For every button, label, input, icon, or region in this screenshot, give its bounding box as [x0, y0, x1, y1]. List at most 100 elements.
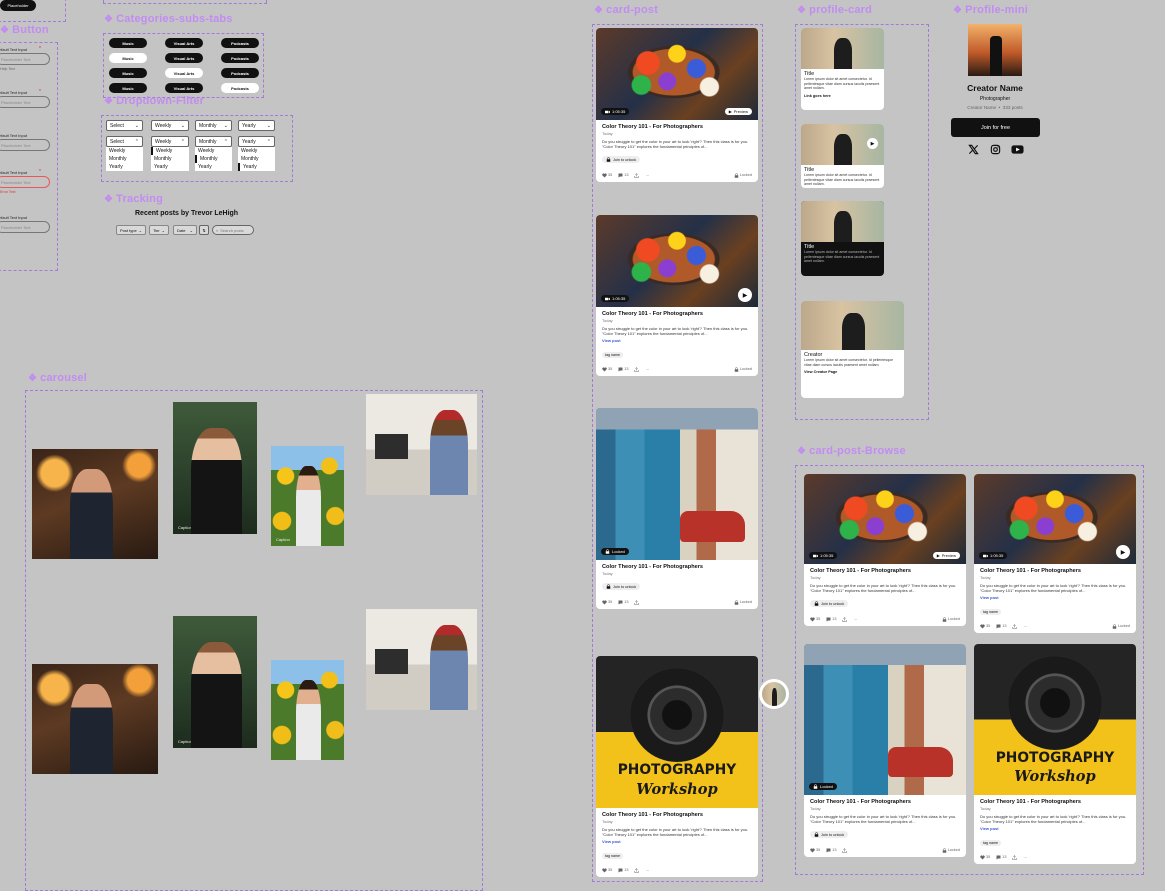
like-button[interactable]: 35 — [810, 848, 820, 853]
share-button[interactable] — [1012, 855, 1018, 861]
play-icon[interactable]: ▶ — [1116, 545, 1130, 559]
text-input[interactable]: Placeholder Text — [0, 139, 50, 151]
share-button[interactable] — [842, 848, 848, 854]
more-icon[interactable]: ··· — [1023, 856, 1027, 860]
preview-button[interactable]: ▶ Preview — [932, 552, 960, 559]
post-card-media[interactable]: 1:05:35 ▶ — [596, 215, 758, 307]
post-title[interactable]: Color Theory 101 - For Photographers — [602, 124, 752, 130]
more-icon[interactable]: ··· — [645, 174, 649, 178]
dropdown-option[interactable]: Yearly — [238, 163, 275, 171]
dropdown-open[interactable]: Yearly ⌃ — [238, 136, 275, 147]
share-button[interactable] — [634, 600, 640, 605]
more-icon[interactable]: ··· — [645, 869, 649, 873]
tag-chip[interactable]: tag name — [980, 840, 1001, 847]
post-card-media[interactable]: 1:05:35 ▶ Preview — [596, 28, 758, 120]
dropdown-closed[interactable]: Yearly ⌄ — [238, 120, 275, 131]
profile-card[interactable]: Title Lorem ipsum dolor sit amet consect… — [801, 28, 884, 110]
filter-date[interactable]: Date ⌄ — [173, 225, 197, 235]
post-title[interactable]: Color Theory 101 - For Photographers — [980, 568, 1130, 574]
post-title[interactable]: Color Theory 101 - For Photographers — [810, 568, 960, 574]
tag-chip[interactable]: tag name — [602, 352, 623, 359]
post-card[interactable]: PHOTOGRAPHY Workshop Color Theory 101 - … — [974, 644, 1136, 865]
share-button[interactable] — [842, 617, 848, 623]
post-card[interactable]: 1:05:35 ▶ Preview Color Theory 101 - For … — [596, 28, 758, 183]
carousel-image-podcast-2[interactable] — [366, 609, 477, 710]
category-tab-visual-arts[interactable]: Visual Arts — [165, 68, 203, 78]
post-title[interactable]: Color Theory 101 - For Photographers — [602, 812, 752, 818]
more-icon[interactable]: ··· — [645, 368, 649, 372]
dropdown-open[interactable]: Weekly ⌃ — [151, 136, 189, 147]
comment-button[interactable]: 13 — [618, 367, 628, 372]
join-to-unlock-button[interactable]: Join to unlock — [810, 831, 849, 839]
dropdown-option[interactable]: Weekly — [238, 147, 275, 155]
category-tab-music[interactable]: Music — [109, 83, 147, 93]
carousel-image-hat-woman-2[interactable]: Caption — [173, 616, 257, 748]
comment-button[interactable]: 13 — [826, 848, 836, 853]
sort-button[interactable]: ⇅ — [199, 225, 209, 235]
dropdown-option[interactable]: Yearly — [151, 163, 189, 171]
category-tab-visual-arts[interactable]: Visual Arts — [165, 53, 203, 63]
dropdown-open[interactable]: Select ⌃ — [106, 136, 143, 147]
comment-button[interactable]: 13 — [618, 600, 628, 605]
profile-card-link[interactable]: Link goes here — [804, 94, 881, 98]
post-card[interactable]: Locked Color Theory 101 - For Photograph… — [596, 408, 758, 609]
dropdown-open[interactable]: Monthly ⌃ — [195, 136, 232, 147]
category-tab-music[interactable]: Music — [109, 68, 147, 78]
profile-card[interactable]: ▶ Title Lorem ipsum dolor sit amet conse… — [801, 124, 884, 188]
dropdown-option[interactable]: Monthly — [238, 155, 275, 163]
category-tab-visual-arts[interactable]: Visual Arts — [165, 38, 203, 48]
like-button[interactable]: 35 — [602, 367, 612, 372]
post-title[interactable]: Color Theory 101 - For Photographers — [602, 311, 752, 317]
more-icon[interactable]: ··· — [853, 618, 857, 622]
floating-avatar[interactable] — [759, 679, 789, 709]
like-button[interactable]: 35 — [602, 600, 612, 605]
comment-button[interactable]: 13 — [618, 868, 628, 873]
join-free-button[interactable]: Join for free — [951, 118, 1040, 137]
carousel-image-hat-woman[interactable]: Caption — [173, 402, 257, 534]
post-card[interactable]: 1:05:35 ▶ Color Theory 101 - For Photogra… — [974, 474, 1136, 634]
post-card-media[interactable]: 1:05:35 ▶ — [974, 474, 1136, 564]
profile-card[interactable]: Creator Lorem ipsum dolor sit amet conse… — [801, 301, 904, 398]
post-title[interactable]: Color Theory 101 - For Photographers — [810, 799, 960, 805]
category-tab-podcasts[interactable]: Podcasts — [221, 83, 259, 93]
dropdown-option[interactable]: Monthly — [195, 155, 232, 163]
text-input[interactable]: Placeholder Text — [0, 221, 50, 233]
post-card-media[interactable]: PHOTOGRAPHY Workshop — [974, 644, 1136, 795]
text-input[interactable]: Placeholder Text — [0, 53, 50, 65]
category-tab-podcasts[interactable]: Podcasts — [221, 68, 259, 78]
like-button[interactable]: 35 — [602, 173, 612, 178]
tag-chip[interactable]: tag name — [980, 609, 1001, 616]
dropdown-closed[interactable]: Monthly ⌄ — [195, 120, 232, 131]
post-card-media[interactable]: 1:05:35 ▶ Preview — [804, 474, 966, 564]
text-input[interactable]: Placeholder Text — [0, 176, 50, 188]
carousel-image-sunflower[interactable]: Caption — [271, 446, 344, 546]
share-button[interactable] — [634, 173, 640, 179]
comment-button[interactable]: 13 — [618, 173, 628, 178]
dropdown-option[interactable]: Monthly — [151, 155, 189, 163]
more-icon[interactable]: ··· — [1023, 625, 1027, 629]
join-to-unlock-button[interactable]: Join to unlock — [602, 583, 641, 590]
dropdown-option[interactable]: Monthly — [106, 155, 143, 163]
carousel-image-chef[interactable] — [32, 449, 158, 559]
post-card[interactable]: PHOTOGRAPHY Workshop Color Theory 101 - … — [596, 656, 758, 878]
tag-chip[interactable]: tag name — [602, 853, 623, 860]
post-card[interactable]: Locked Color Theory 101 - For Photograph… — [804, 644, 966, 858]
like-button[interactable]: 35 — [810, 617, 820, 622]
post-card-media[interactable]: Locked — [596, 408, 758, 560]
post-card[interactable]: 1:05:35 ▶ Preview Color Theory 101 - For … — [804, 474, 966, 627]
dropdown-option[interactable]: Weekly — [106, 147, 143, 155]
share-button[interactable] — [1012, 624, 1018, 630]
category-tab-visual-arts[interactable]: Visual Arts — [165, 83, 203, 93]
post-title[interactable]: Color Theory 101 - For Photographers — [980, 799, 1130, 805]
like-button[interactable]: 35 — [980, 855, 990, 860]
comment-button[interactable]: 13 — [996, 624, 1006, 629]
like-button[interactable]: 35 — [980, 624, 990, 629]
dropdown-option[interactable]: Weekly — [195, 147, 232, 155]
post-card[interactable]: 1:05:35 ▶ Color Theory 101 - For Photogra… — [596, 215, 758, 377]
post-card-media[interactable]: Locked — [804, 644, 966, 795]
dropdown-option[interactable]: Weekly — [151, 147, 189, 155]
filter-tier[interactable]: Tier ⌄ — [149, 225, 169, 235]
carousel-image-chef-2[interactable] — [32, 664, 158, 774]
join-to-unlock-button[interactable]: Join to unlock — [602, 156, 641, 164]
play-icon[interactable]: ▶ — [738, 288, 752, 302]
